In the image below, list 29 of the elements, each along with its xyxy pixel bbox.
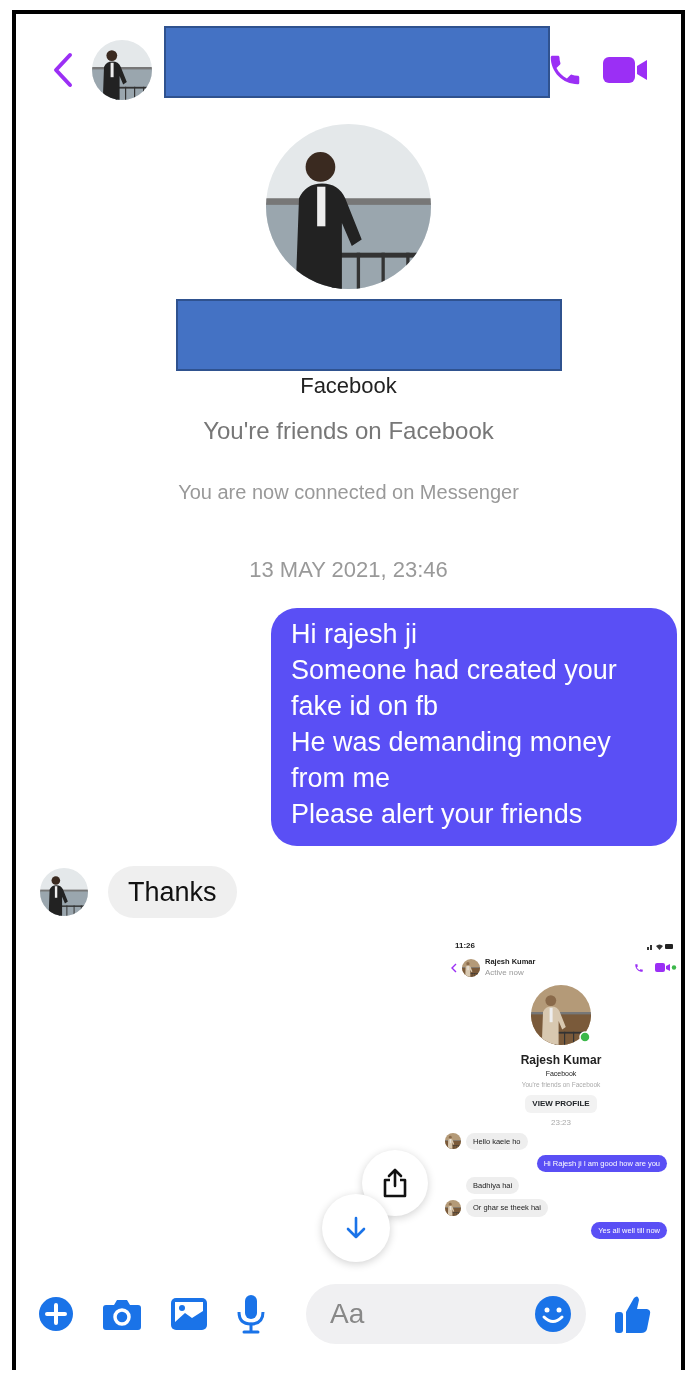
- phone-icon[interactable]: [634, 962, 644, 973]
- arrow-down-icon: [345, 1216, 367, 1240]
- profile-name: Rajesh Kumar: [520, 1052, 602, 1070]
- video-camera-icon[interactable]: [602, 54, 648, 86]
- share-icon: [382, 1168, 408, 1198]
- view-profile-button[interactable]: VIEW PROFILE: [525, 1094, 597, 1113]
- profile-source: Facebook: [300, 375, 397, 397]
- message-bubble: Hi rajesh ji Someone had created your fake id on fb He was demanding money from me Please alert your friends: [271, 608, 677, 846]
- scroll-down-button[interactable]: [322, 1194, 390, 1262]
- message-bubble: Thanks: [108, 866, 237, 918]
- contact-status: Active now: [485, 967, 525, 980]
- status-icons: [647, 942, 673, 950]
- online-dot: [579, 1031, 591, 1044]
- emoji-icon[interactable]: [534, 1295, 572, 1333]
- back-icon[interactable]: [451, 962, 457, 973]
- date-timestamp: 13 MAY 2021, 23:46: [249, 556, 448, 584]
- friends-status: You're friends on Facebook: [203, 416, 494, 446]
- thumbs-up-icon[interactable]: [614, 1294, 652, 1334]
- microphone-icon[interactable]: [236, 1294, 266, 1334]
- connection-notice: You are now connected on Messenger: [178, 480, 519, 505]
- message-input[interactable]: Aa: [306, 1284, 586, 1344]
- plus-icon[interactable]: [38, 1296, 74, 1332]
- share-button[interactable]: [362, 1150, 428, 1216]
- message-timestamp: 23:23: [551, 1116, 571, 1129]
- image-icon[interactable]: [170, 1297, 208, 1331]
- back-icon[interactable]: [52, 52, 74, 88]
- status-time: 11:26: [455, 940, 476, 952]
- camera-icon[interactable]: [102, 1297, 142, 1331]
- video-camera-icon[interactable]: [655, 963, 677, 973]
